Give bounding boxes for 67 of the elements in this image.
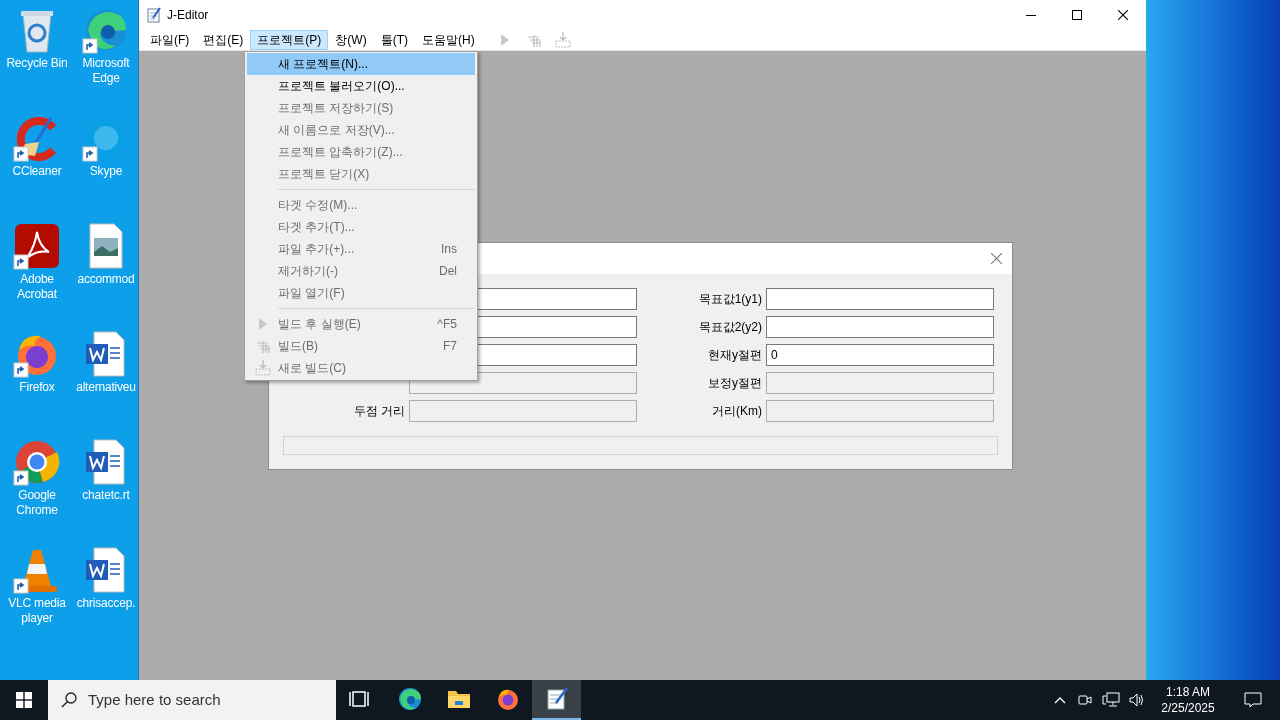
menu-item[interactable]: 프로젝트(P) xyxy=(250,30,329,50)
field-label: 목표값1(y1) xyxy=(697,291,763,308)
search-icon xyxy=(61,692,77,708)
tray-arrow-icon xyxy=(253,359,272,377)
menu-item[interactable]: 프로젝트 압축하기(Z)... xyxy=(247,141,475,163)
menu-item[interactable]: 창(W) xyxy=(328,30,374,50)
windows-logo-icon xyxy=(16,692,32,708)
fox-logo-icon xyxy=(495,687,520,711)
menu-item[interactable]: 파일(F) xyxy=(143,30,197,50)
taskbar-button[interactable] xyxy=(532,680,581,720)
camera-icon[interactable] xyxy=(1077,692,1093,708)
input-field[interactable] xyxy=(766,316,994,338)
field-label: 현재y절편 xyxy=(707,347,763,364)
document-logo-icon[interactable] xyxy=(13,222,61,270)
desktop-icon-label[interactable]: chrisaccep. xyxy=(74,596,138,611)
menu-item[interactable]: 빌드 후 실행(E) ^F5 xyxy=(247,313,475,335)
ring-logo-icon[interactable] xyxy=(13,438,61,486)
desktop-icon-label[interactable]: Microsoft Edge xyxy=(74,56,138,86)
menu-item[interactable]: 제거하기(-) Del xyxy=(247,260,475,282)
desktop-icon-label[interactable]: chatetc.rt xyxy=(74,488,138,503)
menu-item[interactable]: 타겟 수정(M)... xyxy=(247,194,475,216)
menu-item[interactable]: 새 프로젝트(N)... xyxy=(247,53,475,75)
speaker-icon[interactable] xyxy=(1128,692,1146,708)
menu-item[interactable]: 프로젝트 닫기(X) xyxy=(247,163,475,185)
field-label: 거리(Km) xyxy=(711,403,763,420)
minimize-icon xyxy=(1026,14,1036,16)
menu-item[interactable]: 새로 빌드(C) xyxy=(247,357,475,379)
speech-bubble-icon xyxy=(1244,692,1262,708)
notepad-icon xyxy=(544,687,569,711)
field-label: 목표값2(y2) xyxy=(697,319,763,336)
menu-item[interactable]: 프로젝트 저장하기(S) xyxy=(247,97,475,119)
input-field[interactable] xyxy=(766,288,994,310)
clock[interactable]: 1:18 AM 2/25/2025 xyxy=(1150,684,1226,716)
field-label: 보정y절편 xyxy=(707,375,763,392)
desktop-icon-label[interactable]: Recycle Bin xyxy=(1,56,73,71)
maximize-icon xyxy=(1072,10,1082,20)
desktop-icon-label[interactable]: alternativeu xyxy=(74,380,138,395)
desktop-icon-label[interactable]: accommod xyxy=(74,272,138,287)
desktop-icon-label[interactable]: Google Chrome xyxy=(1,488,73,518)
menu-item[interactable]: 툴(T) xyxy=(373,30,415,50)
desktop-icon-label[interactable]: Adobe Acrobat xyxy=(1,272,73,302)
chevron-up-icon[interactable] xyxy=(1054,696,1066,704)
menu-item[interactable]: 프로젝트 불러오기(O)... xyxy=(247,75,475,97)
desktop-icon-label[interactable]: Firefox xyxy=(1,380,73,395)
shortcut-text: Ins xyxy=(441,241,457,258)
shortcut-text: F7 xyxy=(443,338,457,355)
search-field[interactable]: Type here to search xyxy=(48,680,336,720)
window-title: J-Editor xyxy=(167,7,209,24)
field-label: 두점 거리 xyxy=(352,403,406,420)
menu-item[interactable]: 타겟 추가(T)... xyxy=(247,216,475,238)
desktop-icon-label[interactable]: CCleaner xyxy=(1,164,73,179)
close-icon[interactable] xyxy=(991,253,1002,264)
shortcut-text: ^F5 xyxy=(437,316,457,333)
notepad-icon xyxy=(147,7,161,23)
network-icon[interactable] xyxy=(1102,692,1120,708)
input-field[interactable]: 0 xyxy=(766,344,994,366)
desktop-icon-label[interactable]: Skype xyxy=(74,164,138,179)
desktop-icon-label[interactable]: VLC media player xyxy=(1,596,73,626)
menu-item[interactable]: 파일 열기(F) xyxy=(247,282,475,304)
menu-item[interactable]: 도움말(H) xyxy=(415,30,482,50)
menu-item[interactable]: 빌드(B) F7 xyxy=(247,335,475,357)
menu-item[interactable]: 편집(E) xyxy=(196,30,251,50)
menu-item[interactable]: 새 이름으로 저장(V)... xyxy=(247,119,475,141)
shortcut-text: Del xyxy=(439,263,457,280)
swirl-logo-icon xyxy=(397,687,422,711)
close-icon xyxy=(1118,10,1128,20)
menu-item[interactable]: 파일 추가(+)... Ins xyxy=(247,238,475,260)
